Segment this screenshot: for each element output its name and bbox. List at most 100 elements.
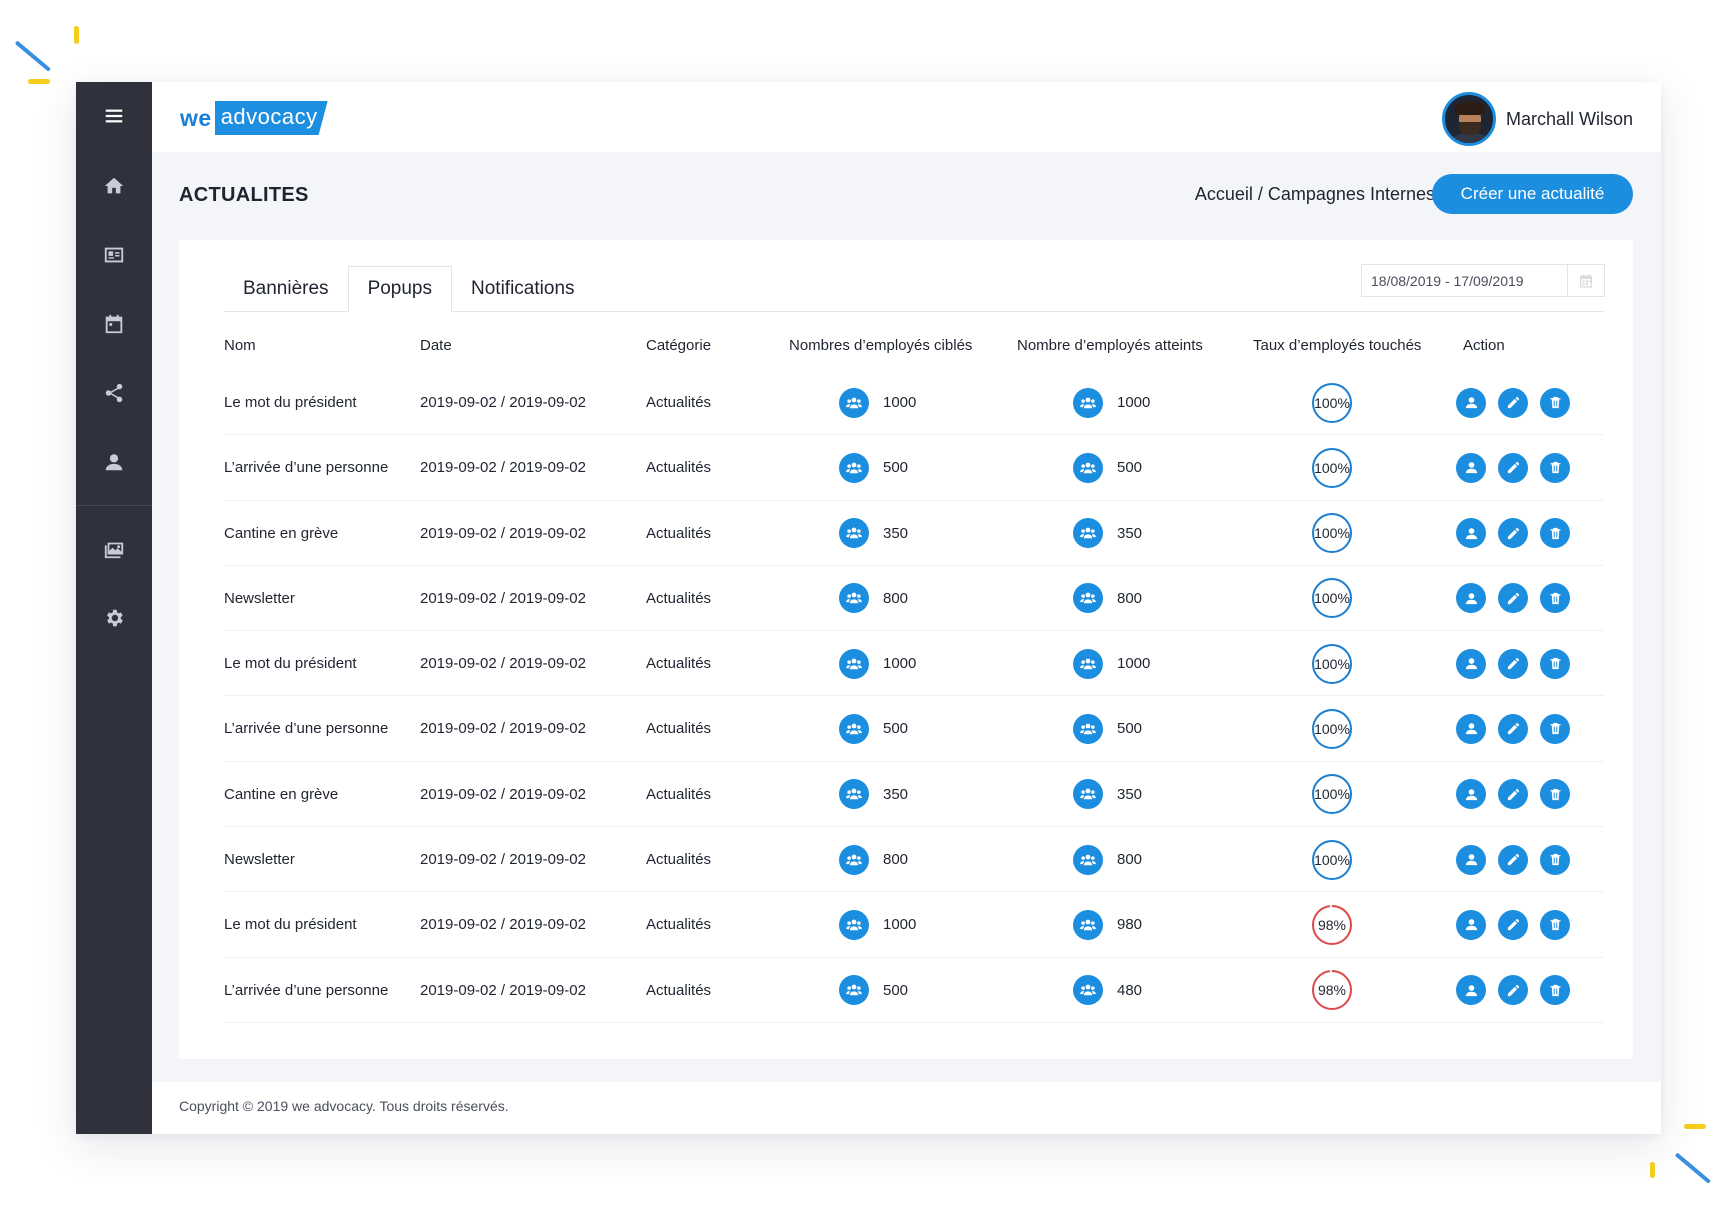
delete-button[interactable]: [1540, 387, 1570, 418]
cell-nom: Le mot du président: [224, 916, 357, 934]
tab-popups[interactable]: Popups: [347, 266, 453, 312]
delete-button[interactable]: [1540, 583, 1570, 614]
taux-progress-ring: 100%: [1311, 773, 1353, 815]
delete-button[interactable]: [1540, 909, 1570, 940]
cell-employes-atteints: 800: [1073, 566, 1142, 631]
delete-button[interactable]: [1540, 648, 1570, 679]
user-menu[interactable]: Marchall Wilson: [1441, 92, 1633, 146]
view-user-button[interactable]: [1456, 452, 1486, 483]
menu-toggle[interactable]: [76, 96, 152, 136]
column-header-employes-atteints[interactable]: Nombre d’employés atteints: [1017, 320, 1203, 370]
cibles-value: 1000: [883, 655, 917, 673]
cell-employes-atteints: 350: [1073, 762, 1142, 827]
user-icon: [1465, 919, 1477, 931]
column-header-taux[interactable]: Taux d’employés touchés: [1253, 320, 1421, 370]
sidebar-item-users[interactable]: [76, 442, 152, 482]
edit-button[interactable]: [1498, 452, 1528, 483]
group-icon-badge: [1073, 387, 1103, 418]
tab-notifications[interactable]: Notifications: [452, 266, 594, 312]
pencil-icon: [1507, 396, 1519, 409]
edit-button[interactable]: [1498, 844, 1528, 875]
table-row: L’arrivée d’une personne 2019-09-02 / 201…: [224, 435, 1604, 501]
view-user-button[interactable]: [1456, 779, 1486, 810]
delete-button[interactable]: [1540, 713, 1570, 744]
delete-button[interactable]: [1540, 844, 1570, 875]
breadcrumb[interactable]: Accueil / Campagnes Internes: [1195, 184, 1435, 205]
group-icon: [1080, 854, 1096, 865]
view-user-button[interactable]: [1456, 387, 1486, 418]
top-bar: we advocacy Marchall Wilson: [152, 82, 1661, 152]
cell-taux: 100%: [1311, 696, 1353, 761]
cell-date: 2019-09-02 / 2019-09-02: [420, 785, 586, 803]
edit-button[interactable]: [1498, 713, 1528, 744]
edit-button[interactable]: [1498, 583, 1528, 614]
cell-actions: [1456, 370, 1582, 435]
decor-dash-bottom-right-vertical: [1650, 1162, 1655, 1178]
share-icon: [105, 383, 123, 403]
group-icon: [846, 919, 862, 931]
edit-button[interactable]: [1498, 909, 1528, 940]
date-range-calendar-button[interactable]: [1567, 265, 1603, 296]
delete-button[interactable]: [1540, 518, 1570, 549]
footer: Copyright © 2019 we advocacy. Tous droit…: [152, 1082, 1661, 1134]
user-icon: [1465, 984, 1477, 996]
view-user-button[interactable]: [1456, 844, 1486, 875]
group-icon-badge: [839, 648, 869, 679]
cell-date: 2019-09-02 / 2019-09-02: [420, 981, 586, 999]
view-user-button[interactable]: [1456, 518, 1486, 549]
view-user-button[interactable]: [1456, 583, 1486, 614]
sidebar-item-home[interactable]: [76, 166, 152, 206]
group-icon: [846, 527, 862, 539]
table-row: Le mot du président 2019-09-02 / 2019-09-…: [224, 892, 1604, 958]
edit-button[interactable]: [1498, 779, 1528, 810]
create-news-button[interactable]: Créer une actualité: [1432, 174, 1633, 214]
sidebar-item-calendar[interactable]: [76, 304, 152, 344]
menu-icon: [105, 109, 123, 123]
cell-date: 2019-09-02 / 2019-09-02: [420, 524, 586, 542]
sidebar-item-media[interactable]: [76, 529, 152, 569]
tab-bannieres[interactable]: Bannières: [224, 266, 348, 312]
tab-bar: Bannières Popups Notifications: [224, 266, 594, 312]
column-header-action: Action: [1463, 336, 1505, 354]
edit-button[interactable]: [1498, 387, 1528, 418]
table-row: Le mot du président 2019-09-02 / 2019-09-…: [224, 370, 1604, 436]
column-header-categorie[interactable]: Catégorie: [646, 320, 711, 370]
cell-taux: 100%: [1311, 435, 1353, 500]
sidebar-item-share[interactable]: [76, 373, 152, 413]
view-user-button[interactable]: [1456, 713, 1486, 744]
decor-dash-top-left-vertical: [74, 26, 79, 44]
view-user-button[interactable]: [1456, 648, 1486, 679]
table-row: Cantine en grève 2019-09-02 / 2019-09-02 A…: [224, 762, 1604, 828]
delete-button[interactable]: [1540, 779, 1570, 810]
calendar-icon: [1579, 273, 1592, 288]
delete-button[interactable]: [1540, 975, 1570, 1006]
column-header-nom[interactable]: Nom: [224, 320, 256, 370]
decor-stroke-bottom-right: [1674, 1152, 1711, 1184]
column-header-date[interactable]: Date: [420, 320, 452, 370]
view-user-button[interactable]: [1456, 909, 1486, 940]
user-icon: [1465, 658, 1477, 670]
edit-button[interactable]: [1498, 518, 1528, 549]
view-user-button[interactable]: [1456, 975, 1486, 1006]
edit-button[interactable]: [1498, 975, 1528, 1006]
cell-categorie: Actualités: [646, 981, 712, 999]
group-icon-badge: [839, 387, 869, 418]
cell-employes-atteints: 500: [1073, 435, 1142, 500]
cell-actions: [1456, 501, 1582, 566]
table-row: L’arrivée d’une personne 2019-09-02 / 201…: [224, 958, 1604, 1023]
cell-categorie: Actualités: [646, 851, 712, 869]
column-header-employes-cibles[interactable]: Nombres d’employés ciblés: [789, 320, 972, 370]
trash-icon: [1550, 853, 1560, 866]
edit-button[interactable]: [1498, 648, 1528, 679]
app-logo[interactable]: we advocacy: [180, 98, 328, 138]
cell-taux: 100%: [1311, 827, 1353, 892]
sidebar-item-settings[interactable]: [76, 598, 152, 638]
delete-button[interactable]: [1540, 452, 1570, 483]
user-icon: [1465, 593, 1477, 605]
cell-employes-atteints: 1000: [1073, 370, 1150, 435]
sidebar-item-contacts[interactable]: [76, 235, 152, 275]
taux-value: 100%: [1314, 720, 1350, 737]
date-range-input[interactable]: [1362, 265, 1567, 296]
cell-categorie: Actualités: [646, 785, 712, 803]
decor-stroke-top-left: [14, 40, 51, 72]
